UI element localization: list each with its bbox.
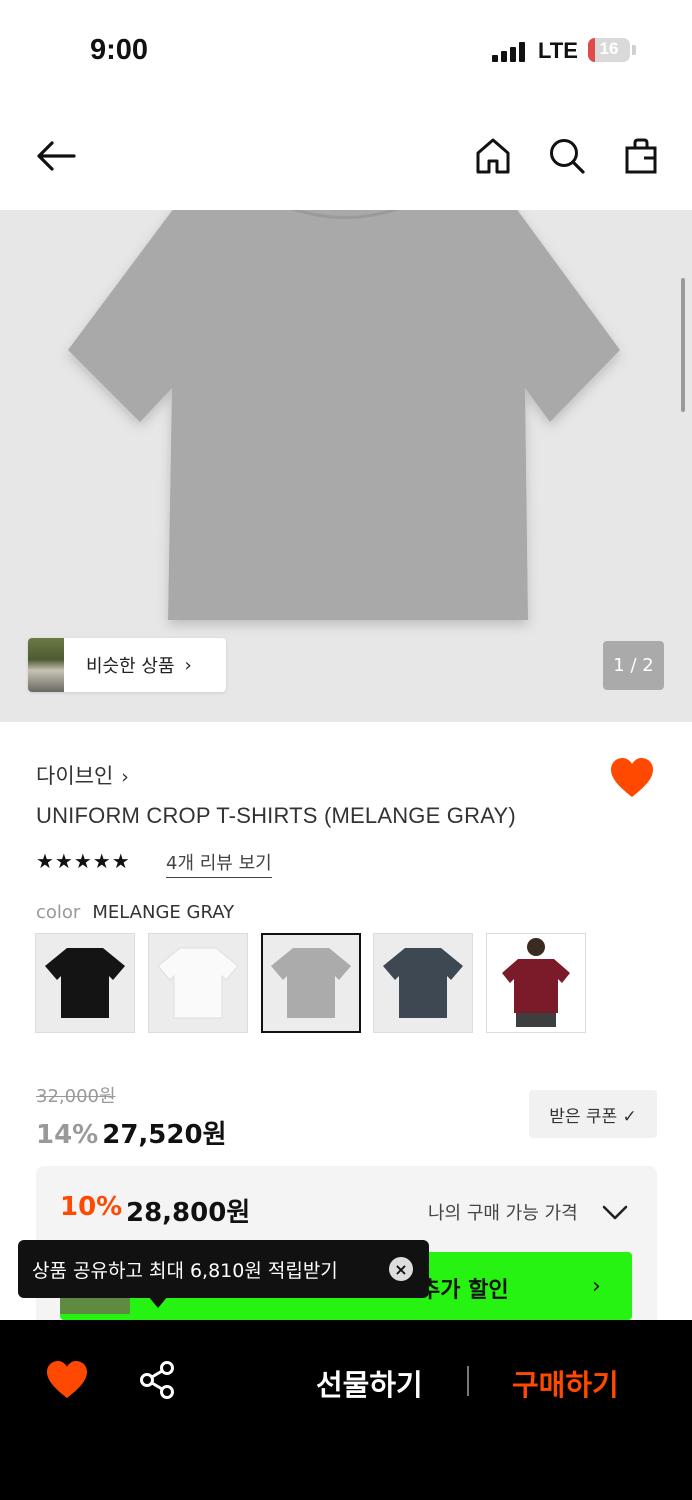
swatch-burgundy[interactable] (486, 933, 586, 1033)
my-price: 28,800원 (126, 1198, 251, 1228)
similar-product-thumbnail (28, 638, 64, 692)
search-icon (550, 139, 585, 174)
similar-products-label: 비슷한 상품 (86, 656, 175, 677)
heart-icon (611, 758, 653, 797)
color-label: color (36, 902, 81, 923)
image-pager: 1 / 2 (603, 641, 664, 690)
search-button[interactable] (543, 132, 591, 180)
cellular-signal-icon (492, 42, 528, 62)
swatch-melange-gray[interactable] (261, 933, 361, 1033)
chevron-right-icon: › (184, 654, 192, 676)
share-reward-toast: 상품 공유하고 최대 6,810원 적립받기 × (18, 1240, 429, 1298)
share-icon (140, 1361, 174, 1399)
network-type: LTE (538, 38, 578, 63)
swatch-white[interactable] (148, 933, 248, 1033)
brand-link[interactable]: 다이브인 › (36, 760, 129, 790)
bottom-divider (467, 1366, 469, 1396)
discount-price: 27,520원 (102, 1120, 227, 1150)
toast-close-icon[interactable]: × (389, 1257, 413, 1281)
toast-tail (148, 1296, 168, 1308)
model-burgundy-image (502, 938, 570, 1027)
toast-text: 상품 공유하고 최대 6,810원 적립받기 (32, 1259, 338, 1282)
color-value: MELANGE GRAY (92, 902, 235, 923)
home-button[interactable] (469, 132, 517, 180)
review-link[interactable]: 4개 리뷰 보기 (166, 849, 272, 878)
bottom-wishlist-button[interactable] (46, 1360, 88, 1400)
battery-level: 16 (599, 39, 619, 58)
bottom-action-bar (0, 1320, 692, 1500)
similar-products-button[interactable]: 비슷한 상품 › (28, 638, 226, 692)
tshirt-white-image (157, 947, 239, 1019)
original-price: 32,000원 (36, 1086, 116, 1107)
wishlist-button[interactable] (610, 757, 654, 799)
tshirt-black-image (45, 948, 125, 1018)
tshirt-gray-image (271, 948, 351, 1018)
gift-button[interactable]: 선물하기 (316, 1362, 423, 1404)
my-discount-percent: 10% (60, 1192, 123, 1222)
my-price-label: 나의 구매 가능 가격 (428, 1203, 578, 1224)
scrollbar[interactable] (681, 278, 685, 412)
buy-button[interactable]: 구매하기 (512, 1362, 619, 1404)
shopping-bag-button[interactable] (617, 132, 665, 180)
shopping-bag-icon (625, 138, 657, 174)
battery-tip (632, 45, 636, 55)
tshirt-charcoal-image (383, 948, 463, 1018)
discount-percent: 14% (36, 1120, 99, 1150)
back-button[interactable] (32, 132, 80, 180)
home-icon (476, 138, 510, 174)
status-time: 9:00 (90, 34, 149, 66)
chevron-right-icon: › (592, 1274, 601, 1299)
coupon-button[interactable]: 받은 쿠폰 ✓ (529, 1090, 657, 1138)
discount-price-row: 14% 27,520원 (36, 1114, 227, 1151)
brand-name: 다이브인 (36, 764, 114, 788)
extra-discount-label: 추가 할인 (420, 1278, 509, 1303)
heart-icon (47, 1360, 87, 1399)
swatch-black[interactable] (35, 933, 135, 1033)
rating-stars: ★★★★★ (36, 849, 131, 873)
swatch-charcoal[interactable] (373, 933, 473, 1033)
product-title: UNIFORM CROP T-SHIRTS (MELANGE GRAY) (36, 803, 516, 828)
chevron-right-icon: › (121, 766, 129, 788)
share-button[interactable] (138, 1360, 176, 1400)
battery-icon: 16 (588, 38, 630, 62)
arrow-left-icon (37, 141, 76, 171)
expand-my-price-button[interactable] (601, 1200, 629, 1224)
chevron-down-icon (602, 1205, 628, 1220)
color-selector-label: color MELANGE GRAY (36, 902, 234, 923)
